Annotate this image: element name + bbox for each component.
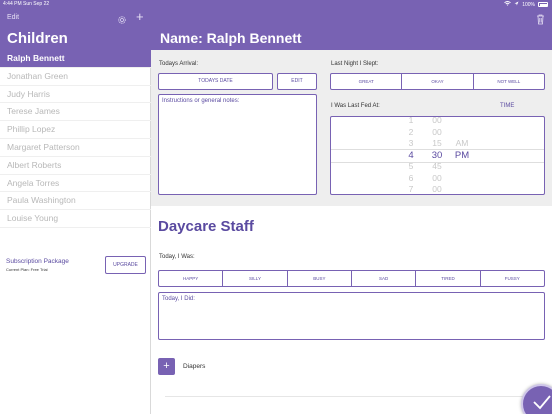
fed-time-picker[interactable]: 1 2 3 4 5 6 7 00 00 15 30 45 00 00 AM PM	[330, 116, 545, 195]
picker-hour: 6	[408, 172, 414, 183]
picker-hour: 2	[408, 126, 414, 137]
add-child-button[interactable]: +	[136, 10, 144, 23]
today-was-label: Today, I Was:	[159, 254, 195, 260]
mood-option-happy[interactable]: HAPPY	[159, 271, 224, 286]
sleep-option-great[interactable]: GREAT	[331, 74, 403, 89]
child-list-item[interactable]: Louise Young	[0, 210, 151, 228]
sleep-segmented-control: GREAT OKAY NOT WELL	[330, 73, 545, 90]
fed-time-label: TIME	[500, 103, 515, 109]
status-time: 4:44 PM Sun Sep 22	[3, 1, 50, 7]
mood-option-busy[interactable]: BUSY	[288, 271, 352, 286]
picker-minute: 15	[432, 138, 442, 148]
wifi-icon	[504, 1, 511, 8]
current-plan: Current Plan: Free Trial	[6, 267, 48, 272]
child-list-item[interactable]: Paula Washington	[0, 192, 151, 211]
picker-hour: 5	[408, 161, 414, 171]
picker-minute: 00	[432, 184, 442, 194]
add-diaper-button[interactable]: +	[158, 358, 175, 375]
arrival-label: Todays Arrival:	[159, 61, 199, 67]
daycare-staff-title: Daycare Staff	[158, 218, 254, 235]
today-did-input[interactable]: Today, I Did:	[158, 292, 545, 340]
status-bar: 4:44 PM Sun Sep 22 100%	[0, 0, 552, 8]
save-checkmark-button[interactable]	[521, 384, 552, 414]
picker-hour-selected: 4	[408, 149, 414, 161]
picker-minute: 00	[432, 126, 442, 137]
status-indicators: 100%	[504, 1, 548, 8]
child-list-item[interactable]: Judy Harris	[0, 86, 151, 104]
mood-segmented-control: HAPPY SILLY BUSY SAD TIRED FUSSY	[158, 270, 545, 287]
child-name-title: Name: Ralph Bennett	[160, 30, 302, 46]
child-list-item[interactable]: Albert Roberts	[0, 157, 151, 175]
picker-period	[451, 127, 473, 139]
checkmark-icon	[533, 395, 551, 410]
sidebar: Edit + Children Ralph Bennett Jonathan G…	[0, 0, 151, 414]
mood-option-sad[interactable]: SAD	[352, 271, 417, 286]
child-list-item[interactable]: Angela Torres	[0, 175, 151, 193]
child-list-item[interactable]: Terese James	[0, 103, 151, 122]
notes-placeholder: Instructions or general notes:	[162, 98, 240, 104]
battery-location-icon	[514, 1, 519, 8]
today-did-placeholder: Today, I Did:	[162, 296, 195, 302]
sleep-option-not-well[interactable]: NOT WELL	[474, 74, 544, 89]
picker-minutes-column[interactable]: 00 00 15 30 45 00 00	[427, 116, 447, 194]
edit-arrival-button[interactable]: EDIT	[277, 73, 317, 90]
picker-period	[451, 184, 473, 194]
trash-icon[interactable]	[536, 12, 545, 25]
subscription-info: Subscription Package Current Plan: Free …	[6, 258, 69, 272]
diapers-label: Diapers	[183, 363, 206, 370]
child-list-item[interactable]: Jonathan Green	[0, 68, 151, 86]
section-divider	[165, 396, 545, 397]
upgrade-button[interactable]: UPGRADE	[105, 256, 146, 274]
battery-icon	[538, 2, 548, 7]
picker-period	[451, 173, 473, 185]
picker-hour: 3	[408, 138, 414, 148]
picker-period	[451, 117, 473, 127]
picker-minute: 45	[432, 161, 442, 171]
child-list-item[interactable]: Ralph Bennett	[0, 50, 151, 68]
picker-minute-selected: 30	[431, 149, 443, 161]
picker-period-selected: PM	[454, 149, 470, 161]
child-list-item[interactable]: Margaret Patterson	[0, 139, 151, 157]
child-list-item[interactable]: Phillip Lopez	[0, 121, 151, 139]
sleep-label: Last Night I Slept:	[331, 61, 379, 67]
mood-option-tired[interactable]: TIRED	[416, 271, 481, 286]
todays-date-button[interactable]: TODAYS DATE	[158, 73, 273, 90]
picker-period: AM	[455, 138, 469, 148]
subscription-label: Subscription Package	[6, 258, 69, 265]
picker-minute: 00	[432, 172, 442, 183]
mood-option-silly[interactable]: SILLY	[223, 271, 288, 286]
picker-hours-column[interactable]: 1 2 3 4 5 6 7	[401, 116, 421, 194]
picker-minute: 00	[432, 116, 442, 125]
picker-period-column[interactable]: AM PM	[451, 117, 473, 194]
notes-input[interactable]: Instructions or general notes:	[158, 94, 317, 195]
mood-option-fussy[interactable]: FUSSY	[481, 271, 544, 286]
picker-hour: 7	[408, 184, 414, 194]
battery-percent: 100%	[522, 1, 535, 8]
gear-icon[interactable]	[117, 12, 127, 24]
picker-hour: 1	[408, 116, 414, 125]
edit-button[interactable]: Edit	[7, 14, 19, 21]
sleep-option-okay[interactable]: OKAY	[402, 74, 474, 89]
sidebar-title: Children	[7, 30, 68, 47]
picker-period	[451, 161, 473, 173]
children-list: Ralph Bennett Jonathan Green Judy Harris…	[0, 50, 151, 228]
fed-label: I Was Last Fed At:	[331, 103, 380, 109]
